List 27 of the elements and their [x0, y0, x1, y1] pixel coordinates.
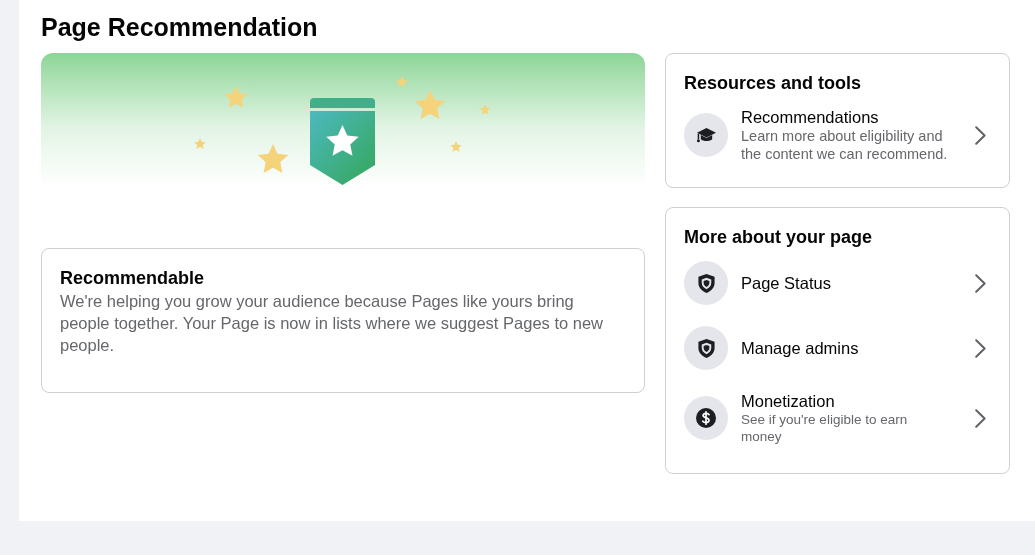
dollar-icon: [684, 396, 728, 440]
graduation-cap-icon: [684, 113, 728, 157]
star-icon: [414, 90, 446, 119]
shield-icon: [684, 326, 728, 370]
menu-item-description: Learn more about eligibility and the content we can recommend.: [741, 127, 949, 163]
menu-item-label[interactable]: Manage admins: [741, 338, 859, 358]
chevron-right-icon: [975, 125, 986, 145]
menu-item-label[interactable]: Recommendations: [741, 107, 955, 127]
shield-icon: [684, 261, 728, 305]
star-icon: [479, 104, 491, 115]
page-title: Page Recommendation: [41, 12, 319, 43]
status-title: Recommendable: [60, 267, 206, 290]
chevron-right-icon: [975, 338, 986, 358]
star-icon: [224, 86, 248, 108]
status-description: We're helping you grow your audience because Pages like yours bring people together. Your Page is now in lists where we suggest Pages to new people.: [60, 291, 605, 356]
chevron-right-icon: [975, 273, 986, 293]
card-title: More about your page: [684, 226, 873, 249]
star-icon: [396, 76, 408, 87]
menu-item-description: See if you're eligible to earn money: [741, 411, 909, 445]
badge-icon: [310, 98, 375, 185]
menu-item-label[interactable]: Page Status: [741, 273, 831, 293]
star-icon: [450, 141, 462, 152]
menu-item-label[interactable]: Monetization: [741, 391, 931, 411]
card-title: Resources and tools: [684, 72, 863, 95]
star-icon: [194, 138, 206, 149]
star-icon: [257, 144, 289, 173]
chevron-right-icon: [975, 408, 986, 428]
